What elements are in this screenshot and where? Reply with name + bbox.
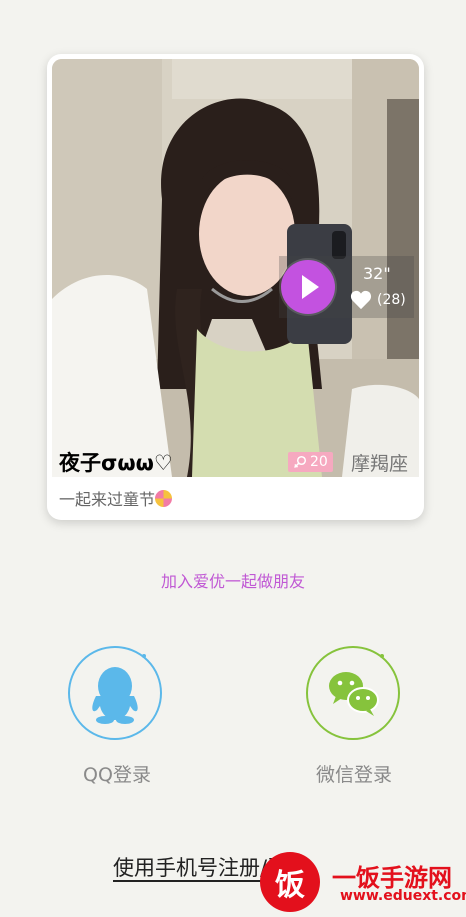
likes-button[interactable]: (28) — [350, 290, 406, 310]
qq-login-label[interactable]: QQ登录 — [37, 760, 197, 787]
qq-icon — [92, 667, 138, 724]
watermark: 饭 一饭手游网 www.eduext.com — [260, 852, 466, 912]
zodiac-label: 摩羯座 — [351, 453, 409, 475]
tagline: 加入爱优一起做朋友 — [160, 572, 305, 591]
wechat-icon — [329, 672, 379, 716]
watermark-url: www.eduext.com — [340, 888, 466, 904]
heart-icon — [350, 290, 372, 310]
qq-login-button[interactable] — [68, 646, 162, 740]
wechat-login-button[interactable] — [306, 646, 400, 740]
age-value: 20 — [310, 454, 328, 470]
profile-name: 夜子σωω♡ — [59, 451, 173, 475]
play-button[interactable] — [281, 260, 335, 314]
lollipop-icon — [155, 490, 173, 507]
profile-card[interactable]: 32" (28) 夜子σωω♡ 20 摩羯座 一起来过童节 — [47, 54, 424, 520]
video-duration: 32" — [363, 264, 391, 283]
wechat-login-label[interactable]: 微信登录 — [274, 760, 434, 787]
circle-dot — [380, 654, 384, 658]
circle-dot — [142, 654, 146, 658]
signature-text: 一起来过童节 — [59, 490, 156, 509]
profile-signature: 一起来过童节 — [59, 486, 173, 510]
gender-age-badge: 20 — [288, 452, 333, 472]
likes-count: (28) — [377, 292, 406, 308]
watermark-badge: 饭 — [260, 852, 320, 912]
female-icon — [293, 455, 307, 469]
